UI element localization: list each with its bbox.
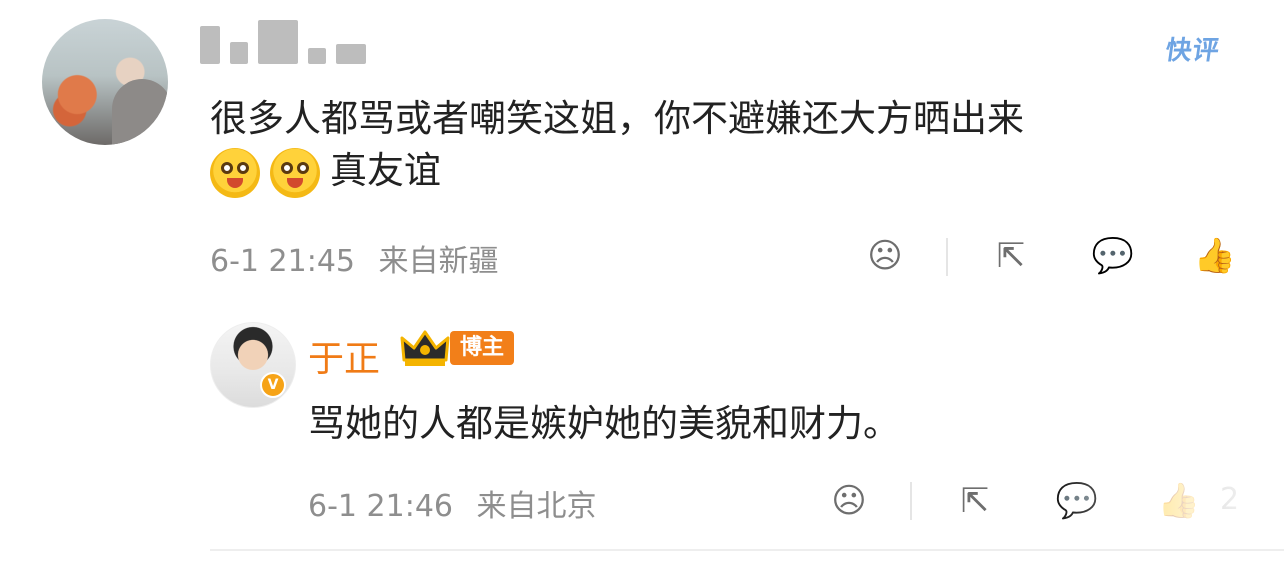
avatar-figure	[112, 79, 168, 145]
comment-line-1: 很多人都骂或者嘲笑这姐，你不避嫌还大方晒出来	[210, 97, 1024, 140]
blur-block	[308, 48, 326, 64]
like-icon[interactable]: 👍	[1192, 236, 1238, 276]
blur-block	[200, 26, 220, 64]
sad-face-icon[interactable]: ☹	[826, 481, 872, 521]
comment-time: 6-1 21:45	[210, 244, 355, 279]
laughing-emoji-icon	[210, 147, 260, 198]
blur-block	[258, 20, 298, 64]
separator-line	[210, 549, 1284, 551]
comment-text: 很多人都骂或者嘲笑这姐，你不避嫌还大方晒出来 真友谊	[210, 93, 1220, 198]
divider	[910, 482, 912, 520]
author-avatar[interactable]	[210, 322, 296, 408]
blurred-username[interactable]	[200, 20, 366, 64]
laughing-emoji-icon	[270, 147, 320, 198]
comment-meta: 6-1 21:45 来自新疆	[210, 236, 499, 280]
reply-location: 来自北京	[476, 489, 597, 524]
blur-block	[336, 44, 366, 64]
verified-badge-icon: V	[260, 372, 286, 398]
comment-icon[interactable]: 💬	[1090, 236, 1136, 276]
reply-time: 6-1 21:46	[308, 489, 453, 524]
divider	[946, 238, 948, 276]
user-avatar[interactable]	[42, 19, 168, 145]
comment-line-2: 真友谊	[210, 145, 1220, 198]
comment-line-2-text: 真友谊	[330, 149, 441, 192]
reply-text: 骂她的人都是嫉妒她的美貌和财力。	[308, 402, 900, 445]
quick-review-label[interactable]: 快评	[1163, 30, 1222, 67]
crown-icon	[400, 330, 450, 366]
share-icon[interactable]: ⇱	[988, 236, 1034, 276]
blur-block	[230, 42, 248, 64]
comment-location: 来自新疆	[378, 244, 499, 279]
author-username[interactable]: 于正	[308, 330, 380, 382]
blogger-badge: 博主	[450, 331, 515, 365]
sad-face-icon[interactable]: ☹	[862, 236, 908, 276]
share-icon[interactable]: ⇱	[952, 481, 998, 521]
reply-meta: 6-1 21:46 来自北京	[308, 481, 597, 525]
